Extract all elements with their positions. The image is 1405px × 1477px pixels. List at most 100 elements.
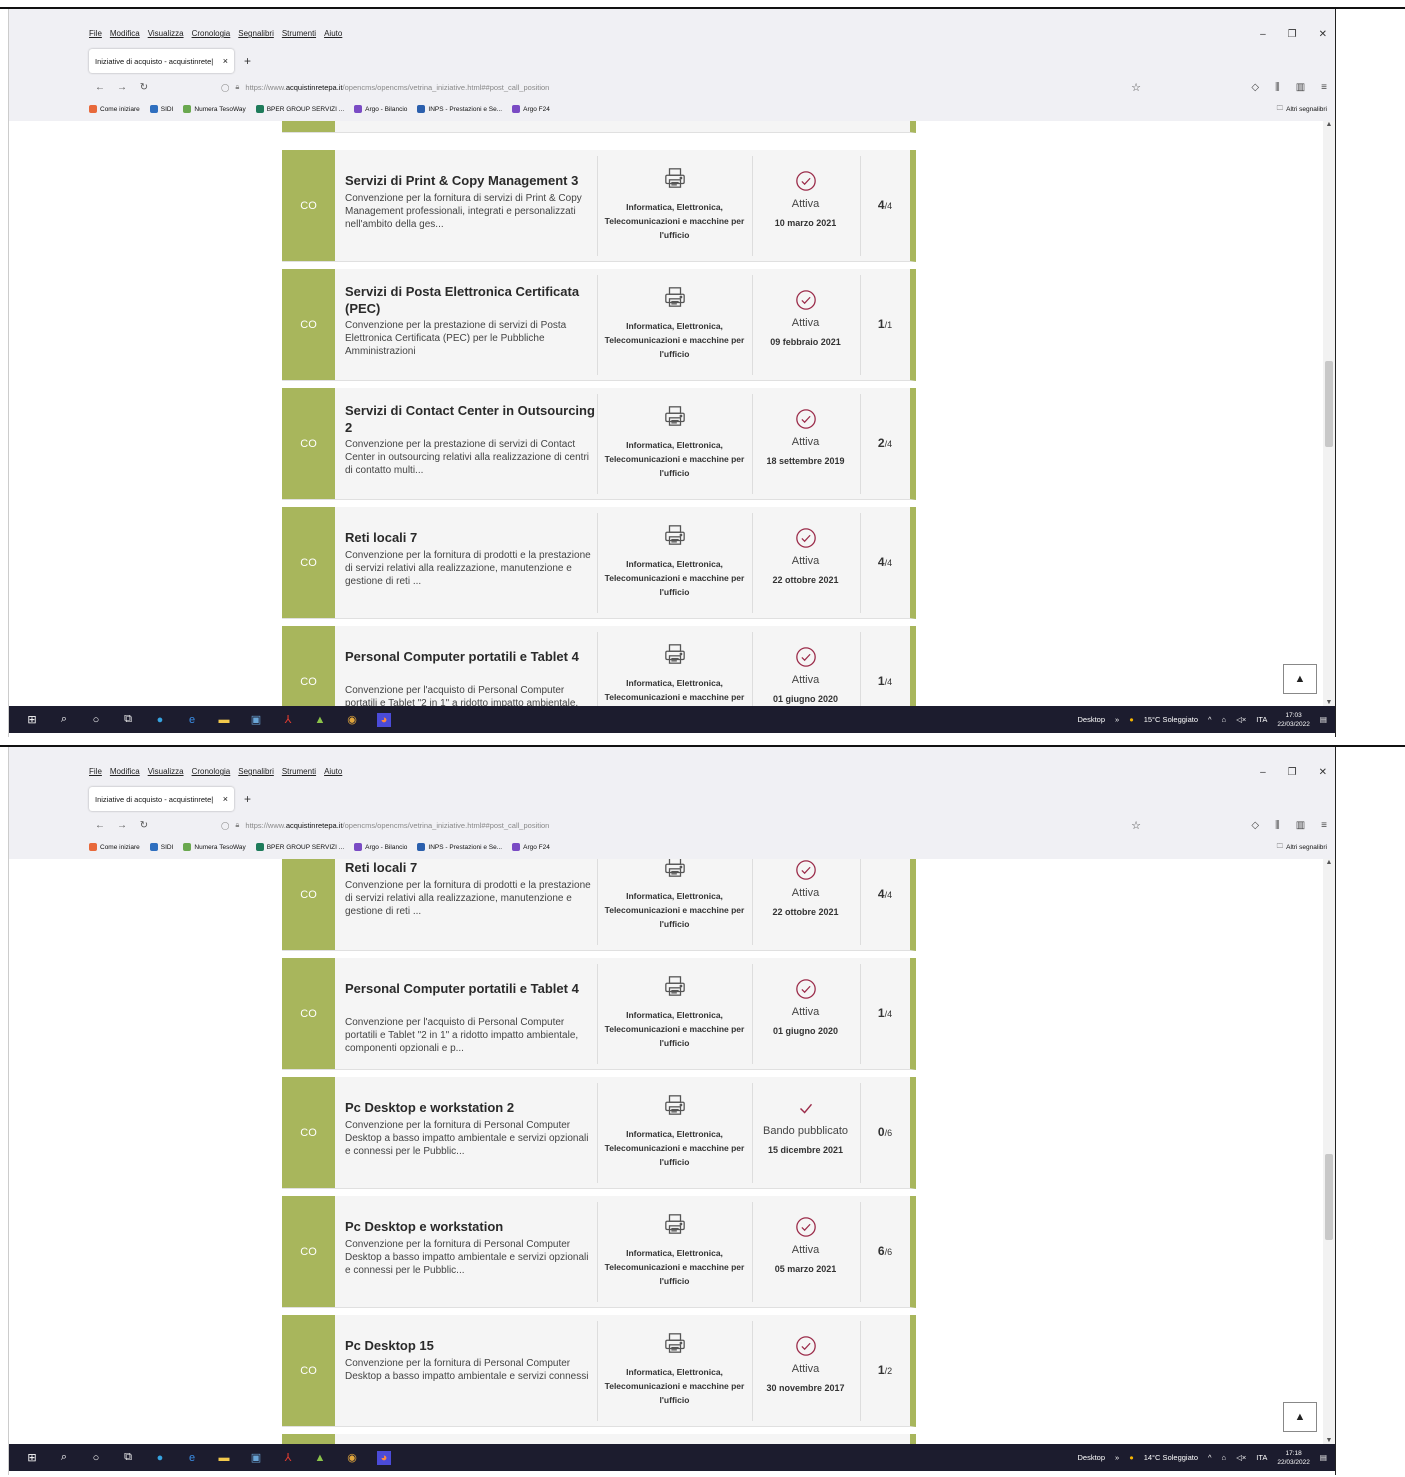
new-tab-icon[interactable]: + <box>244 792 251 806</box>
scroll-down-icon[interactable]: ▼ <box>1323 1437 1335 1444</box>
initiative-card[interactable]: CO Reti locali 7 Convenzione per la fornit… <box>282 507 916 619</box>
close-window-icon[interactable]: ✕ <box>1319 29 1327 40</box>
task-view-icon[interactable]: ⧉ <box>121 1451 135 1465</box>
initiative-title[interactable]: Servizi di Contact Center in Outsourcing… <box>345 402 595 436</box>
language-label[interactable]: ITA <box>1256 1453 1267 1462</box>
menu-modifica[interactable]: Modifica <box>110 29 140 41</box>
initiative-title[interactable]: Personal Computer portatili e Tablet 4 <box>345 980 595 997</box>
clock[interactable]: 17:18 22/03/2022 <box>1277 1449 1310 1467</box>
windows-start-icon[interactable]: ⊞ <box>25 1451 39 1465</box>
sidebar-icon[interactable]: ▥ <box>1296 82 1305 93</box>
menu-strumenti[interactable]: Strumenti <box>282 767 316 779</box>
initiative-title[interactable]: Pc Desktop e workstation 2 <box>345 1099 595 1116</box>
chevron-more-icon[interactable]: » <box>1115 1453 1119 1462</box>
bookmark-item[interactable]: BPER GROUP SERVIZI ... <box>255 105 344 113</box>
sidebar-icon[interactable]: ▥ <box>1296 820 1305 831</box>
menu-cronologia[interactable]: Cronologia <box>192 767 231 779</box>
pocket-icon[interactable]: ◇ <box>1251 820 1259 831</box>
initiative-card[interactable]: CO Personal Computer portatili e Tablet 4… <box>282 958 916 1070</box>
tray-up-icon[interactable]: ^ <box>1208 715 1212 724</box>
menu-segnalibri[interactable]: Segnalibri <box>238 29 274 41</box>
url-bar[interactable]: ◯ 🔒︎ https://www.acquistinretepa.it/open… <box>221 78 1141 96</box>
new-tab-icon[interactable]: + <box>244 54 251 68</box>
initiative-title[interactable]: Servizi di Print & Copy Management 3 <box>345 172 595 189</box>
weather-text[interactable]: 14°C Soleggiato <box>1144 1453 1198 1462</box>
tab-iniziative[interactable]: Iniziative di acquisto - acquistinrete| … <box>89 49 234 73</box>
firefox-icon[interactable]: ◕ <box>377 712 391 727</box>
notification-icon[interactable]: ▤ <box>1320 715 1327 724</box>
notification-icon[interactable]: ▤ <box>1320 1453 1327 1462</box>
reload-icon[interactable]: ↻ <box>133 82 155 93</box>
forward-icon[interactable]: → <box>111 82 133 93</box>
chevron-more-icon[interactable]: » <box>1115 715 1119 724</box>
money-icon[interactable]: ▲ <box>313 713 327 727</box>
tab-close-icon[interactable]: × <box>223 56 228 66</box>
cortana-icon[interactable]: ○ <box>89 1451 103 1465</box>
acrobat-icon[interactable]: ⅄ <box>281 1451 295 1465</box>
bookmark-item[interactable]: Argo F24 <box>512 105 550 113</box>
scroll-up-icon[interactable]: ▲ <box>1323 121 1335 128</box>
restore-icon[interactable]: ❐ <box>1288 29 1297 40</box>
money-icon[interactable]: ▲ <box>313 1451 327 1465</box>
network-icon[interactable]: ⌂ <box>1222 715 1227 724</box>
scroll-to-top-button[interactable]: ▲ <box>1283 1402 1317 1432</box>
search-icon[interactable]: ⌕ <box>57 713 71 727</box>
initiative-title[interactable]: Pc Desktop e workstation <box>345 1218 595 1235</box>
volume-icon[interactable]: ◁× <box>1236 715 1246 724</box>
restore-icon[interactable]: ❐ <box>1288 767 1297 778</box>
initiative-card[interactable]: CO Servizi di Print & Copy Management 3 Co… <box>282 150 916 262</box>
scroll-thumb[interactable] <box>1325 1154 1333 1240</box>
bookmark-item[interactable]: Argo - Bilancio <box>354 843 407 851</box>
minimize-icon[interactable]: – <box>1260 767 1266 778</box>
bookmark-item[interactable]: Come iniziare <box>89 843 140 851</box>
other-bookmarks[interactable]: 🗀︎ Altri segnalibri <box>1277 842 1327 853</box>
edge-icon[interactable]: ● <box>153 1451 167 1465</box>
minimize-icon[interactable]: – <box>1260 29 1266 40</box>
library-icon[interactable]: ⫼ <box>1275 820 1280 831</box>
search-icon[interactable]: ⌕ <box>57 1451 71 1465</box>
ie-icon[interactable]: e <box>185 713 199 727</box>
bookmark-item[interactable]: Numera TesoWay <box>183 843 246 851</box>
bookmark-item[interactable]: INPS - Prestazioni e Se... <box>417 843 502 851</box>
initiative-title[interactable]: Pc Desktop 15 <box>345 1337 595 1354</box>
scrollbar[interactable]: ▲ ▼ <box>1323 859 1335 1444</box>
hamburger-menu-icon[interactable]: ≡ <box>1321 82 1327 93</box>
windows-start-icon[interactable]: ⊞ <box>25 713 39 727</box>
chrome-icon[interactable]: ◉ <box>345 713 359 727</box>
reload-icon[interactable]: ↻ <box>133 820 155 831</box>
initiative-card[interactable]: CO Pc Desktop e workstation 2 Convenzione … <box>282 1077 916 1189</box>
menu-cronologia[interactable]: Cronologia <box>192 29 231 41</box>
menu-aiuto[interactable]: Aiuto <box>324 767 342 779</box>
initiative-card[interactable]: CO Personal Computer portatili e Tablet 4… <box>282 626 916 706</box>
url-bar[interactable]: ◯ 🔒︎ https://www.acquistinretepa.it/open… <box>221 816 1141 834</box>
initiative-card[interactable]: CO Pc Desktop 15 Convenzione per la fornit… <box>282 1315 916 1427</box>
weather-text[interactable]: 15°C Soleggiato <box>1144 715 1198 724</box>
language-label[interactable]: ITA <box>1256 715 1267 724</box>
cortana-icon[interactable]: ○ <box>89 713 103 727</box>
initiative-card[interactable]: CO Servizi di Posta Elettronica Certifica… <box>282 269 916 381</box>
hamburger-menu-icon[interactable]: ≡ <box>1321 820 1327 831</box>
bookmark-item[interactable]: Come iniziare <box>89 105 140 113</box>
initiative-title[interactable]: Personal Computer portatili e Tablet 4 <box>345 648 595 665</box>
bookmark-item[interactable]: Argo F24 <box>512 843 550 851</box>
other-bookmarks[interactable]: 🗀︎ Altri segnalibri <box>1277 104 1327 115</box>
menu-modifica[interactable]: Modifica <box>110 767 140 779</box>
desktop-toolbar-label[interactable]: Desktop <box>1078 715 1106 724</box>
tray-up-icon[interactable]: ^ <box>1208 1453 1212 1462</box>
app-icon[interactable]: ▣ <box>249 713 263 727</box>
volume-icon[interactable]: ◁× <box>1236 1453 1246 1462</box>
edge-icon[interactable]: ● <box>153 713 167 727</box>
menu-file[interactable]: File <box>89 29 102 41</box>
scroll-to-top-button[interactable]: ▲ <box>1283 664 1317 694</box>
explorer-icon[interactable]: ▬ <box>217 713 231 727</box>
task-view-icon[interactable]: ⧉ <box>121 713 135 727</box>
tab-close-icon[interactable]: × <box>223 794 228 804</box>
initiative-title[interactable]: Reti locali 7 <box>345 529 595 546</box>
back-icon[interactable]: ← <box>89 82 111 93</box>
initiative-card[interactable]: CO Servizi di Contact Center in Outsourci… <box>282 388 916 500</box>
ie-icon[interactable]: e <box>185 1451 199 1465</box>
bookmark-item[interactable]: Numera TesoWay <box>183 105 246 113</box>
menu-segnalibri[interactable]: Segnalibri <box>238 767 274 779</box>
menu-strumenti[interactable]: Strumenti <box>282 29 316 41</box>
menu-file[interactable]: File <box>89 767 102 779</box>
